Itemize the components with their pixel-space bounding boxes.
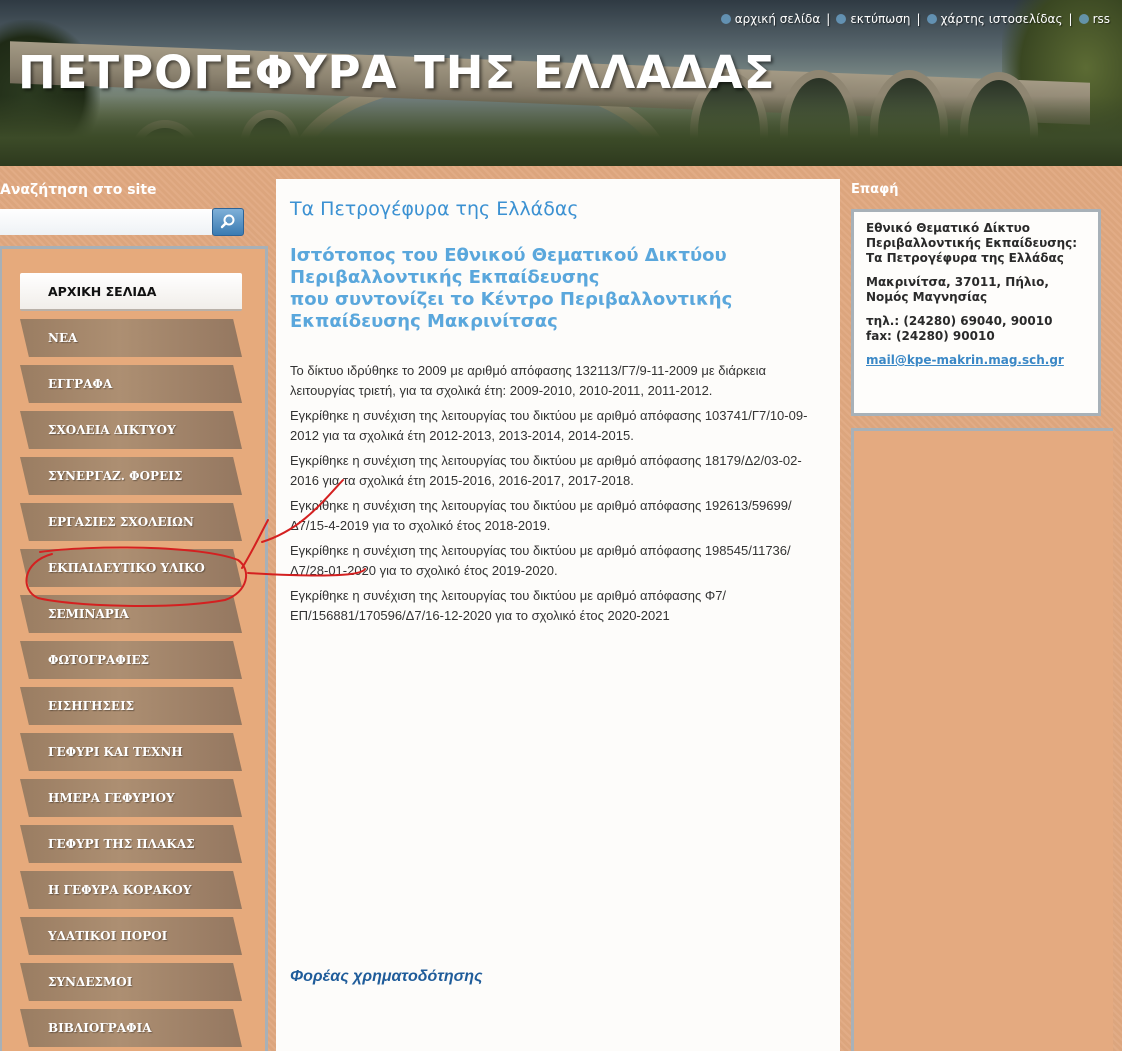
top-link-sitemap[interactable]: χάρτης ιστοσελίδας xyxy=(926,12,1063,26)
nav-item-news[interactable]: ΝΕΑ xyxy=(20,319,242,357)
nav-item-documents[interactable]: ΕΓΓΡΑΦΑ xyxy=(20,365,242,403)
nav-item-water-resources[interactable]: ΥΔΑΤΙΚΟΙ ΠΟΡΟΙ xyxy=(20,917,242,955)
top-link-print[interactable]: εκτύπωση xyxy=(836,12,911,26)
funding-heading: Φορέας χρηματοδότησης xyxy=(290,968,483,985)
main-content: Τα Πετρογέφυρα της Ελλάδας Ιστότοπος του… xyxy=(276,179,840,1051)
site-title[interactable]: ΠΕΤΡΟΓΕΦΥΡΑ ΤΗΣ ΕΛΛΑΔΑΣ xyxy=(18,46,775,99)
top-link-label: εκτύπωση xyxy=(850,12,911,26)
sitemap-icon xyxy=(926,14,937,24)
separator: | xyxy=(916,12,921,26)
nav-item-photos[interactable]: ΦΩΤΟΓΡΑΦΙΕΣ xyxy=(20,641,242,679)
search-button[interactable] xyxy=(212,208,244,236)
hills xyxy=(0,96,1122,166)
contact-box: Εθνικό Θεματικό Δίκτυο Περιβαλλοντικής Ε… xyxy=(851,209,1101,416)
nav-item-seminars[interactable]: ΣΕΜΙΝΑΡΙΑ xyxy=(20,595,242,633)
search-icon xyxy=(220,214,235,229)
nav-item-school-works[interactable]: ΕΡΓΑΣΙΕΣ ΣΧΟΛΕΙΩΝ xyxy=(20,503,242,541)
separator: | xyxy=(826,12,831,26)
nav-item-plaka-bridge[interactable]: ΓΕΦΥΡΙ ΤΗΣ ΠΛΑΚΑΣ xyxy=(20,825,242,863)
nav-item-bridge-and-art[interactable]: ΓΕΦΥΡΙ ΚΑΙ ΤΕΧΝΗ xyxy=(20,733,242,771)
nav-item-bridge-day[interactable]: ΗΜΕΡΑ ΓΕΦΥΡΙΟΥ xyxy=(20,779,242,817)
top-link-label: rss xyxy=(1092,12,1110,26)
contact-email-link[interactable]: mail@kpe-makrin.mag.sch.gr xyxy=(866,353,1086,367)
separator: | xyxy=(1068,12,1073,26)
paragraphs: Το δίκτυο ιδρύθηκε το 2009 με αριθμό από… xyxy=(290,361,826,626)
nav-item-home[interactable]: ΑΡΧΙΚΗ ΣΕΛΙΔΑ xyxy=(20,273,242,311)
paragraph: Εγκρίθηκε η συνέχιση της λειτουργίας του… xyxy=(290,543,791,578)
contact-address: Μακρινίτσα, 37011, Πήλιο, Νομός Μαγνησία… xyxy=(866,275,1049,304)
paragraph: Εγκρίθηκε η συνέχιση της λειτουργίας του… xyxy=(290,588,727,623)
nav-item-links[interactable]: ΣΥΝΔΕΣΜΟΙ xyxy=(20,963,242,1001)
nav-item-bibliography[interactable]: ΒΙΒΛΙΟΓΡΑΦΙΑ xyxy=(20,1009,242,1047)
top-link-label: αρχική σελίδα xyxy=(734,12,821,26)
top-link-rss[interactable]: rss xyxy=(1078,12,1110,26)
paragraph: Το δίκτυο ιδρύθηκε το 2009 με αριθμό από… xyxy=(290,363,767,398)
contact-org: Εθνικό Θεματικό Δίκτυο Περιβαλλοντικής Ε… xyxy=(866,221,1078,265)
print-icon xyxy=(836,14,847,24)
rss-icon xyxy=(1078,14,1089,24)
nav-item-korakou-bridge[interactable]: Η ΓΕΦΥΡΑ ΚΟΡΑΚΟΥ xyxy=(20,871,242,909)
page-title: Τα Πετρογέφυρα της Ελλάδας xyxy=(290,198,579,220)
paragraph: Εγκρίθηκε η συνέχιση της λειτουργίας του… xyxy=(290,453,802,488)
nav-item-partners[interactable]: ΣΥΝΕΡΓΑΖ. ΦΟΡΕΙΣ xyxy=(20,457,242,495)
contact-fax: fax: (24280) 90010 xyxy=(866,329,995,343)
page-subtitle: Ιστότοπος του Εθνικού Θεματικού Δικτύου … xyxy=(290,245,733,332)
right-column: Επαφή Εθνικό Θεματικό Δίκτυο Περιβαλλοντ… xyxy=(851,166,1122,1051)
top-links: αρχική σελίδα | εκτύπωση | χάρτης ιστοσε… xyxy=(720,12,1110,26)
nav-list: ΑΡΧΙΚΗ ΣΕΛΙΔΑ ΝΕΑ ΕΓΓΡΑΦΑ ΣΧΟΛΕΙΑ ΔΙΚΤΥΟ… xyxy=(20,273,242,1051)
home-icon xyxy=(720,14,731,24)
top-link-label: χάρτης ιστοσελίδας xyxy=(940,12,1063,26)
search-label: Αναζήτηση στο site xyxy=(0,182,157,198)
header-banner: ΠΕΤΡΟΓΕΦΥΡΑ ΤΗΣ ΕΛΛΑΔΑΣ αρχική σελίδα | … xyxy=(0,0,1122,166)
contact-title: Επαφή xyxy=(851,182,899,197)
nav-item-network-schools[interactable]: ΣΧΟΛΕΙΑ ΔΙΚΤΥΟΥ xyxy=(20,411,242,449)
paragraph: Εγκρίθηκε η συνέχιση της λειτουργίας του… xyxy=(290,498,792,533)
left-column: Αναζήτηση στο site ΑΡΧΙΚΗ ΣΕΛΙΔΑ ΝΕΑ ΕΓΓ… xyxy=(0,166,272,1051)
right-panel xyxy=(851,428,1113,1051)
search-input[interactable] xyxy=(0,209,212,235)
contact-phone: τηλ.: (24280) 69040, 90010 xyxy=(866,314,1053,328)
nav-item-presentations[interactable]: ΕΙΣΗΓΗΣΕΙΣ xyxy=(20,687,242,725)
nav-item-educational-material[interactable]: ΕΚΠΑΙΔΕΥΤΙΚΟ ΥΛΙΚΟ xyxy=(20,549,242,587)
main-nav: ΑΡΧΙΚΗ ΣΕΛΙΔΑ ΝΕΑ ΕΓΓΡΑΦΑ ΣΧΟΛΕΙΑ ΔΙΚΤΥΟ… xyxy=(0,246,268,1051)
top-link-home[interactable]: αρχική σελίδα xyxy=(720,12,821,26)
paragraph: Εγκρίθηκε η συνέχιση της λειτουργίας του… xyxy=(290,408,808,443)
